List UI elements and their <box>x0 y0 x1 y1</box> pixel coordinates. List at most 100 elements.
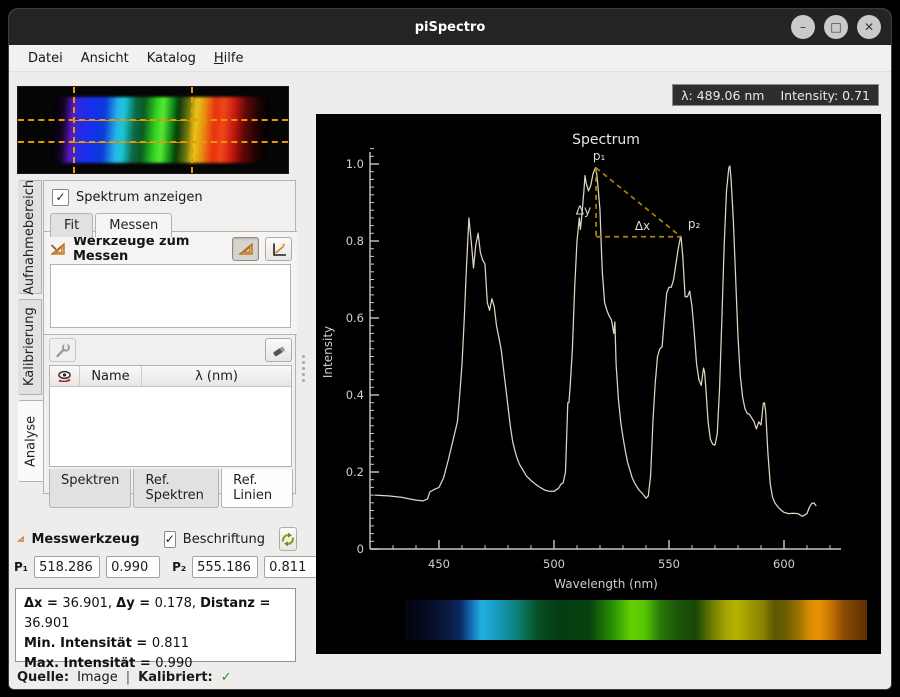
table-header-row: Nameλ (nm) <box>50 366 291 387</box>
side-tab-kalibrierung[interactable]: Kalibrierung <box>18 299 42 395</box>
tool-description-box <box>50 264 291 328</box>
spectrum-chart-panel: 450 500 550 600 0 0.2 0.4 0.6 0.8 1.0 Spectrum Wave… <box>316 114 881 654</box>
measure-points-row: P₁ P₂ <box>14 556 306 578</box>
svg-text:0.2: 0.2 <box>346 465 364 479</box>
list-tab-strip: SpektrenRef. SpektrenRef. Linien <box>49 469 295 508</box>
svg-text:p₂: p₂ <box>688 217 701 231</box>
measurement-results-box: Δx = 36.901, Δy = 0.178, Distanz = 36.90… <box>15 588 296 662</box>
side-tab-analyse[interactable]: Analyse <box>18 400 44 482</box>
close-button[interactable]: ✕ <box>857 15 881 39</box>
cursor-readout-badge: λ: 489.06 nm Intensity: 0.71 <box>672 84 879 106</box>
measure-group-title: Werkzeuge zum Messen <box>73 234 226 264</box>
show-spectrum-checkbox[interactable]: ✓ <box>52 189 69 206</box>
window-title: piSpectro <box>415 20 486 35</box>
maximize-button[interactable]: □ <box>824 15 848 39</box>
tab-fit[interactable]: Fit <box>50 213 93 237</box>
menu-bar: DateiAnsichtKatalogHilfe <box>9 45 891 72</box>
svg-text:Intensity: Intensity <box>321 326 335 378</box>
spectrum-photo-band <box>50 97 271 163</box>
triangle-ruler-tool-button[interactable] <box>232 237 259 261</box>
spectrum-colorbar <box>405 600 867 640</box>
chart-measure-icon <box>271 242 287 257</box>
svg-text:550: 550 <box>658 557 680 571</box>
wrench-icon <box>55 343 71 358</box>
measure-tool-title: Messwerkzeug <box>31 532 139 547</box>
p2-wavelength-field[interactable] <box>192 556 258 578</box>
calibrated-label: Kalibriert: <box>138 670 213 685</box>
svg-text:1.0: 1.0 <box>346 157 364 171</box>
result-line: Δx = 36.901, Δy = 0.178, Distanz = 36.90… <box>24 594 287 634</box>
labels-checkbox[interactable]: ✓ <box>164 531 176 548</box>
show-spectrum-label: Spektrum anzeigen <box>76 190 203 205</box>
column-header-name[interactable]: Name <box>80 366 142 386</box>
svg-text:0.4: 0.4 <box>346 388 364 402</box>
side-tab-widget: Aufnahmebereich Kalibrierung Analyse ✓ Spe… <box>18 180 296 494</box>
triangle-ruler-icon <box>238 242 254 256</box>
triangle-ruler-icon <box>17 532 24 546</box>
svg-text:0.8: 0.8 <box>346 234 364 248</box>
p1-wavelength-field[interactable] <box>34 556 100 578</box>
result-line: Min. Intensität = 0.811 <box>24 634 287 654</box>
selection-left-line[interactable] <box>73 87 75 173</box>
chart-measure-tool-button[interactable] <box>265 237 292 261</box>
main-area: Aufnahmebereich Kalibrierung Analyse ✓ Spe… <box>9 72 891 690</box>
p1-label: P₁ <box>14 560 28 574</box>
source-value: Image <box>77 670 118 685</box>
menu-datei[interactable]: Datei <box>19 48 72 69</box>
spectrum-chart[interactable]: 450 500 550 600 0 0.2 0.4 0.6 0.8 1.0 Spectrum Wave… <box>316 114 881 654</box>
eye-icon <box>57 370 72 382</box>
svg-text:0: 0 <box>357 542 364 556</box>
svg-text:450: 450 <box>428 557 450 571</box>
column-header-wavelength[interactable]: λ (nm) <box>142 366 291 386</box>
svg-text:Wavelength (nm): Wavelength (nm) <box>554 577 658 591</box>
calibrated-check-icon: ✓ <box>221 670 232 685</box>
minimize-button[interactable]: – <box>791 15 815 39</box>
window-controls: – □ ✕ <box>791 15 881 39</box>
selection-right-line[interactable] <box>191 87 193 173</box>
settings-tool-button[interactable] <box>49 338 76 362</box>
svg-text:Δy: Δy <box>576 203 591 217</box>
tab-messen[interactable]: Messen <box>95 213 172 237</box>
menu-hilfe[interactable]: Hilfe <box>205 48 253 69</box>
readout-wavelength: λ: 489.06 nm <box>681 88 764 103</box>
list-tab-ref-spektren[interactable]: Ref. Spektren <box>133 469 219 508</box>
messen-tab-content: Werkzeuge zum Messen <box>44 231 297 335</box>
p1-intensity-field[interactable] <box>106 556 160 578</box>
p2-label: P₂ <box>172 560 186 574</box>
measure-tools-icon <box>50 242 67 257</box>
menu-katalog[interactable]: Katalog <box>138 48 205 69</box>
eraser-icon <box>271 343 287 358</box>
vertical-splitter[interactable] <box>302 355 305 382</box>
svg-text:500: 500 <box>543 557 565 571</box>
desktop: { "window": { "title": "piSpectro", "but… <box>0 0 900 697</box>
svg-text:Δx: Δx <box>635 219 650 233</box>
list-tab-ref-linien[interactable]: Ref. Linien <box>221 469 293 508</box>
menu-ansicht[interactable]: Ansicht <box>72 48 138 69</box>
vertical-tab-strip: Aufnahmebereich Kalibrierung Analyse <box>18 180 44 487</box>
labels-checkbox-label: Beschriftung <box>183 532 265 547</box>
refresh-icon <box>280 532 296 547</box>
title-bar[interactable]: piSpectro – □ ✕ <box>9 9 891 45</box>
refresh-button[interactable] <box>279 527 297 551</box>
fit-messen-tabs: FitMessen <box>50 213 295 237</box>
measure-tool-header: Messwerkzeug ✓ Beschriftung <box>17 526 297 552</box>
svg-text:p₁: p₁ <box>593 149 606 163</box>
list-tab-spektren[interactable]: Spektren <box>49 469 131 508</box>
readout-intensity: Intensity: 0.71 <box>780 88 870 103</box>
selection-top-line[interactable] <box>18 119 288 121</box>
svg-text:600: 600 <box>773 557 795 571</box>
analyse-panel: ✓ Spektrum anzeigen FitMessen Werkzeuge … <box>43 180 296 494</box>
status-bar: Quelle: Image | Kalibriert: ✓ <box>17 670 232 685</box>
reference-lines-table[interactable]: Nameλ (nm) <box>49 365 292 467</box>
selection-bottom-line[interactable] <box>18 141 288 143</box>
visibility-column-header[interactable] <box>50 366 80 386</box>
p2-intensity-field[interactable] <box>264 556 318 578</box>
spectrum-image-preview[interactable] <box>17 86 289 174</box>
erase-tool-button[interactable] <box>265 338 292 362</box>
app-window: piSpectro – □ ✕ DateiAnsichtKatalogHilfe… <box>8 8 892 690</box>
source-label: Quelle: <box>17 670 69 685</box>
status-separator: | <box>126 670 130 685</box>
svg-text:Spectrum: Spectrum <box>572 132 640 148</box>
svg-text:0.6: 0.6 <box>346 311 364 325</box>
side-tab-aufnahmebereich[interactable]: Aufnahmebereich <box>18 180 42 294</box>
